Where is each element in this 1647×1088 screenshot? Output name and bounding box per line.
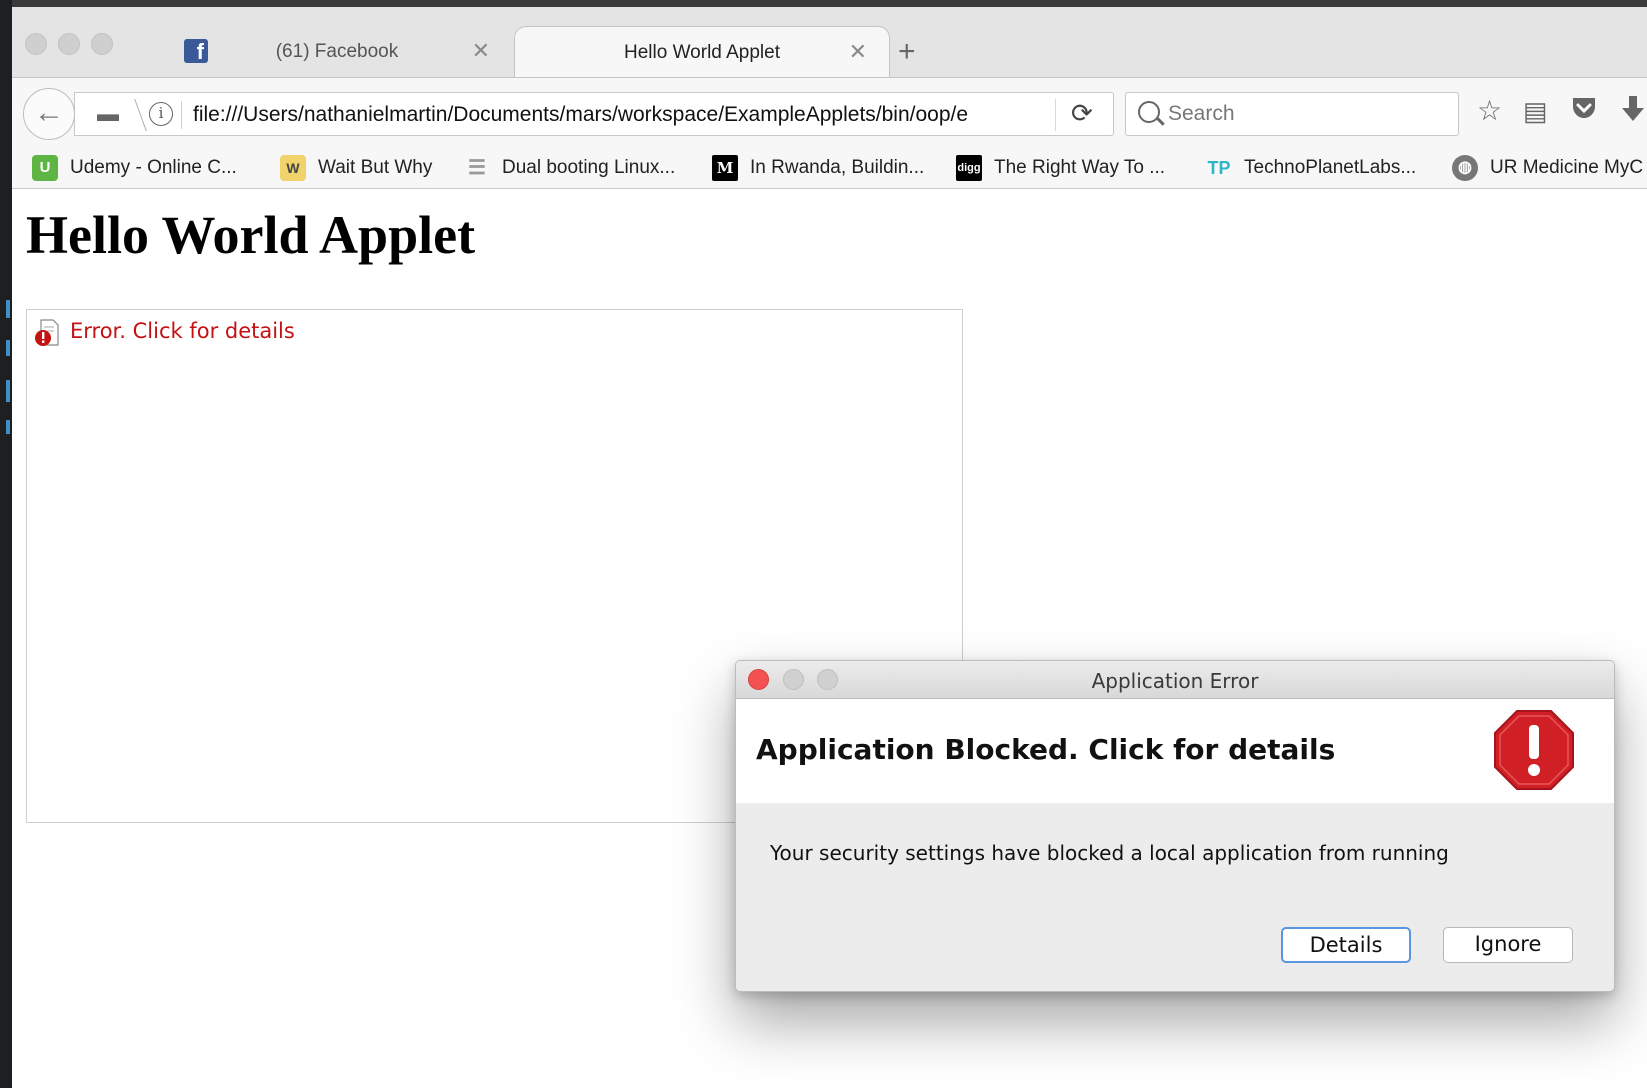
pocket-icon[interactable] [1570,94,1598,128]
ignore-button[interactable]: Ignore [1443,927,1573,963]
bookmark-technoplanetlabs[interactable]: TP TechnoPlanetLabs... [1206,155,1416,181]
tab-label: Hello World Applet [624,42,780,63]
bookmark-star-icon[interactable]: ☆ [1477,96,1502,126]
medium-icon: M [712,155,738,181]
reading-list-icon[interactable]: ▤ [1523,96,1548,126]
url-bar[interactable]: ▬ i file:///Users/nathanielmartin/Docume… [74,92,1114,136]
info-icon[interactable]: i [149,102,173,126]
tp-icon: TP [1207,158,1231,178]
back-button[interactable]: ← [23,88,75,140]
dialog-headline[interactable]: Application Blocked. Click for details [756,733,1335,766]
dialog-title: Application Error [1091,669,1259,693]
dialog-message: Your security settings have blocked a lo… [770,841,1449,865]
details-button[interactable]: Details [1281,927,1411,963]
window-zoom-button[interactable] [91,33,113,55]
applet-error-icon [35,319,59,346]
close-tab-icon[interactable]: ✕ [472,38,490,64]
bookmark-ur-medicine[interactable]: ◍ UR Medicine MyC [1452,155,1643,181]
bookmark-udemy[interactable]: U Udemy - Online C... [32,155,237,181]
page-icon: ☰ [468,157,486,179]
tab-hello-world-applet[interactable]: Hello World Applet ✕ [514,26,890,77]
search-icon [1138,101,1160,123]
tab-label: (61) Facebook [275,41,399,62]
bookmark-right-way[interactable]: digg The Right Way To ... [956,155,1165,181]
url-text[interactable]: file:///Users/nathanielmartin/Documents/… [193,103,1023,127]
download-icon[interactable] [1620,94,1646,130]
application-error-dialog: Application Error Application Blocked. C… [735,660,1615,992]
new-tab-button[interactable]: + [898,37,916,67]
navigation-bar: ▬ i file:///Users/nathanielmartin/Docume… [12,77,1647,147]
globe-icon: ◍ [1452,155,1478,181]
chevron-right-icon [121,99,147,131]
stop-warning-icon [1494,710,1574,790]
search-box[interactable] [1125,92,1459,136]
digg-icon: digg [956,155,982,181]
window-close-button[interactable] [25,33,47,55]
search-input[interactable] [1168,99,1448,129]
desktop-edge [0,0,12,1088]
browser-window: f (61) Facebook ✕ Hello World Applet ✕ +… [12,0,1647,1088]
dialog-titlebar: Application Error [736,661,1614,699]
page-title: Hello World Applet [26,205,476,265]
arrow-left-icon: ← [34,96,64,129]
tab-bar: f (61) Facebook ✕ Hello World Applet ✕ + [12,7,1647,77]
bookmark-dual-booting[interactable]: ☰ Dual booting Linux... [464,155,675,181]
dialog-header: Application Blocked. Click for details [736,699,1614,803]
reload-icon[interactable]: ⟳ [1071,98,1093,129]
window-minimize-button[interactable] [58,33,80,55]
waitbutwhy-icon: W [280,155,306,181]
udemy-icon: U [32,155,58,181]
applet-error-link[interactable]: Error. Click for details [70,319,295,343]
tab-facebook[interactable]: f (61) Facebook ✕ [162,26,512,77]
close-tab-icon[interactable]: ✕ [849,39,867,65]
folder-icon[interactable]: ▬ [97,102,121,126]
bookmarks-toolbar: U Udemy - Online C... W Wait But Why ☰ D… [12,147,1647,189]
bookmark-in-rwanda[interactable]: M In Rwanda, Buildin... [712,155,924,181]
bookmark-wait-but-why[interactable]: W Wait But Why [280,155,432,181]
